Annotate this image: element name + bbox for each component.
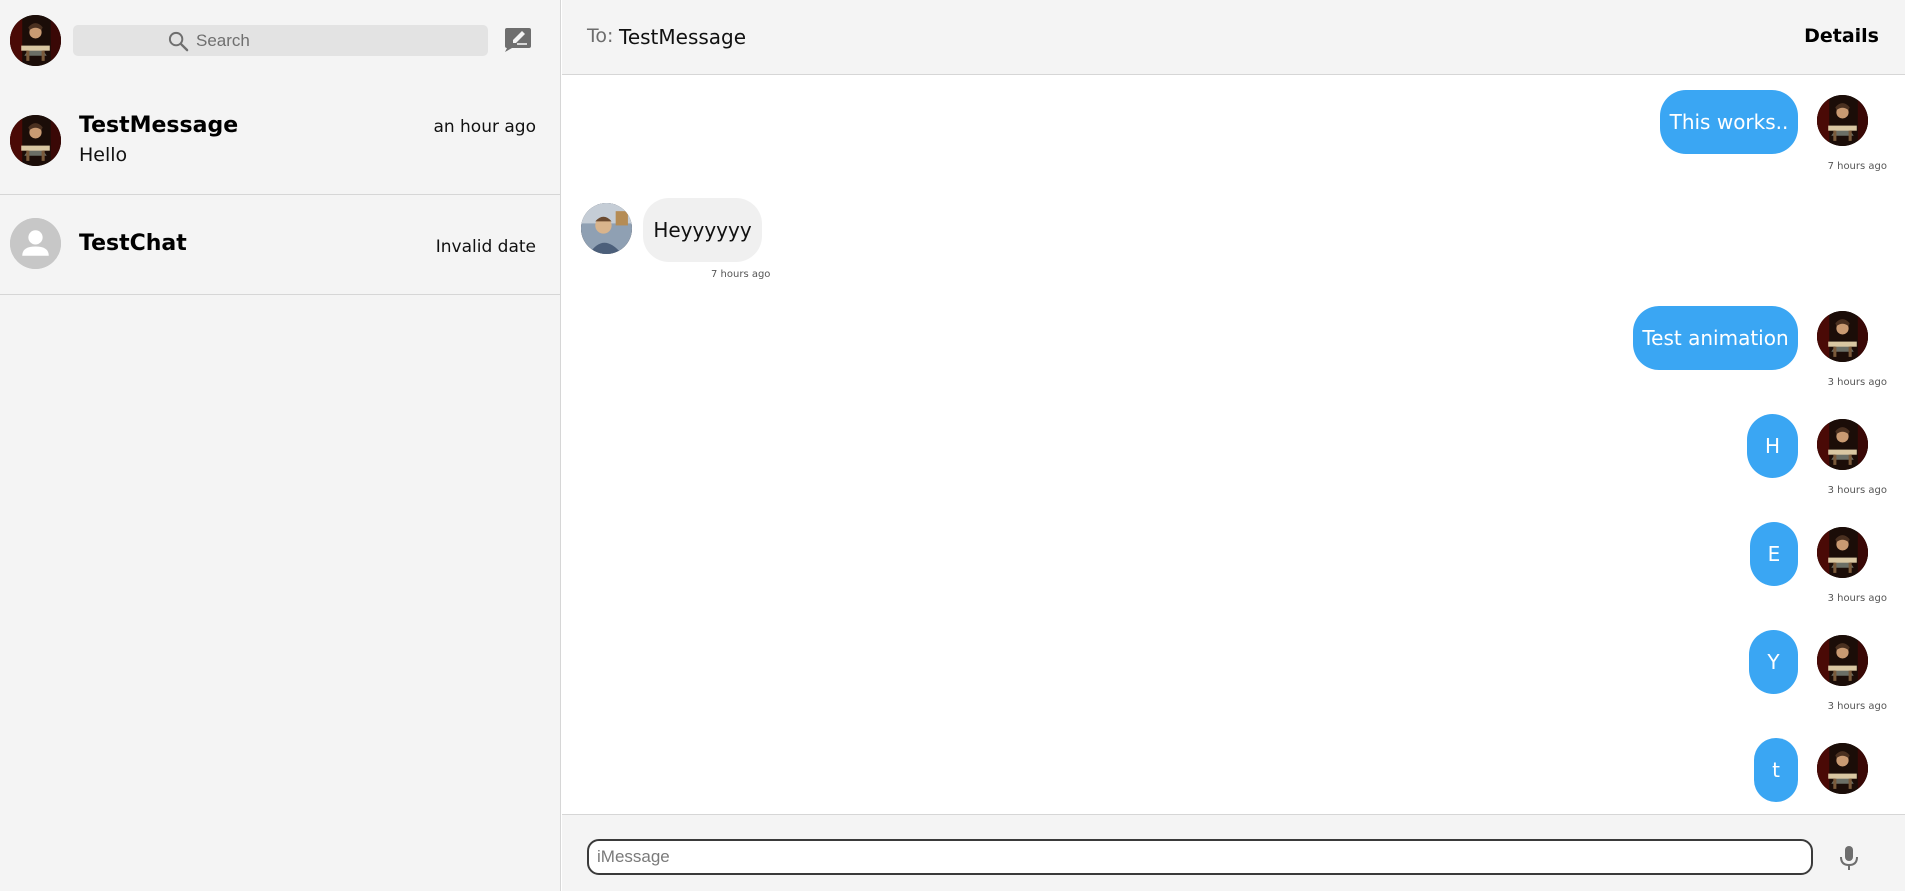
- message-timestamp: 3 hours ago: [1827, 701, 1887, 712]
- sender-avatar: [1817, 95, 1868, 146]
- message-sent: This works.. 7 hours ago: [562, 90, 1905, 172]
- sender-avatar: [1817, 527, 1868, 578]
- message-bubble[interactable]: Test animation: [1633, 306, 1798, 370]
- contact-avatar: [581, 203, 632, 254]
- sidebar-header: Search: [0, 0, 561, 80]
- conversation-item-testmessage[interactable]: TestMessage Hello an hour ago: [0, 100, 561, 195]
- message-composer: [562, 814, 1905, 891]
- message-sent: Test animation 3 hours ago: [562, 306, 1905, 388]
- default-avatar-icon: [10, 218, 61, 269]
- message-bubble[interactable]: H: [1747, 414, 1798, 478]
- search-bar[interactable]: Search: [73, 25, 488, 56]
- search-icon: [168, 31, 189, 52]
- to-label: To:: [587, 25, 614, 47]
- message-timestamp: 3 hours ago: [1827, 485, 1887, 496]
- conversation-sidebar: Search TestMessage Hello an hour ago Tes…: [0, 0, 561, 891]
- details-button[interactable]: Details: [1804, 25, 1879, 47]
- chat-header: To: TestMessage Details: [562, 0, 1905, 75]
- message-bubble[interactable]: t: [1754, 738, 1798, 802]
- message-timestamp: 7 hours ago: [1827, 161, 1887, 172]
- recipient-name[interactable]: TestMessage: [619, 25, 746, 49]
- message-sent: H 3 hours ago: [562, 414, 1905, 496]
- compose-icon[interactable]: [504, 27, 532, 52]
- chat-panel: To: TestMessage Details This works.. 7 h…: [562, 0, 1905, 891]
- conversation-time: an hour ago: [433, 117, 536, 137]
- message-bubble[interactable]: This works..: [1660, 90, 1798, 154]
- message-list[interactable]: This works.. 7 hours ago Heyyyyyy 7 hour…: [562, 76, 1905, 814]
- message-timestamp: 7 hours ago: [711, 269, 771, 280]
- search-input[interactable]: Search: [196, 30, 250, 52]
- message-received: Heyyyyyy 7 hours ago: [562, 198, 1905, 280]
- conversation-time: Invalid date: [435, 237, 536, 257]
- user-avatar[interactable]: [10, 15, 61, 66]
- message-bubble[interactable]: Y: [1749, 630, 1798, 694]
- message-sent: t: [562, 738, 1905, 814]
- message-timestamp: 3 hours ago: [1827, 377, 1887, 388]
- sender-avatar: [1817, 743, 1868, 794]
- conversation-avatar: [10, 115, 61, 166]
- conversation-item-testchat[interactable]: TestChat Invalid date: [0, 196, 561, 295]
- conversation-preview: Hello: [79, 144, 128, 166]
- microphone-icon[interactable]: [1837, 844, 1861, 872]
- message-sent: Y 3 hours ago: [562, 630, 1905, 712]
- message-input[interactable]: [587, 839, 1813, 875]
- message-bubble[interactable]: Heyyyyyy: [643, 198, 762, 262]
- sender-avatar: [1817, 311, 1868, 362]
- sender-avatar: [1817, 635, 1868, 686]
- conversation-name: TestMessage: [79, 113, 239, 138]
- message-sent: E 3 hours ago: [562, 522, 1905, 604]
- message-timestamp: 3 hours ago: [1827, 593, 1887, 604]
- message-bubble[interactable]: E: [1750, 522, 1798, 586]
- conversation-name: TestChat: [79, 231, 187, 256]
- sender-avatar: [1817, 419, 1868, 470]
